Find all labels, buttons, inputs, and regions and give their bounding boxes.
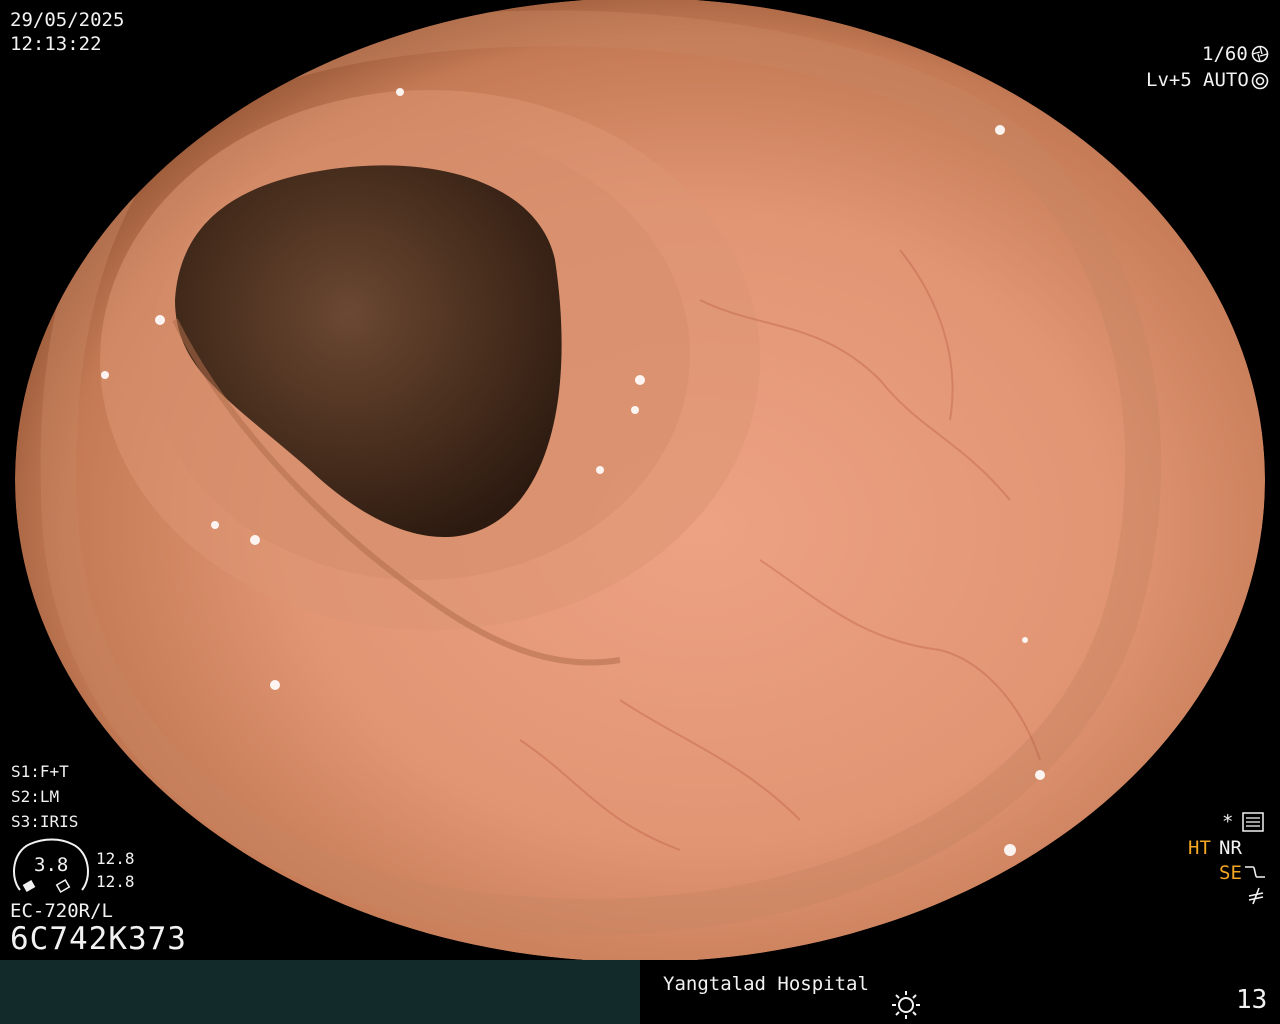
s1-label: S1:F+T [11, 762, 69, 781]
sun-icon [892, 991, 920, 1019]
curve-icon [1245, 866, 1265, 878]
se-flag: SE [1219, 862, 1242, 884]
asterisk-flag: * [1222, 811, 1234, 833]
time-label: 12:13:22 [10, 33, 102, 55]
settings-icon [1242, 812, 1264, 832]
serial-number: 6C742K373 [10, 921, 187, 957]
frame-number: 13 [1236, 985, 1268, 1015]
status-bar-left-panel [0, 960, 640, 1024]
endoscopic-image [0, 0, 1280, 960]
gauge-value: 3.8 [34, 854, 69, 876]
nr-flag: NR [1219, 837, 1242, 859]
gauge-right-top: 12.8 [96, 849, 135, 868]
scope-model: EC-720R/L [10, 900, 113, 922]
mode-label: AUTO [1203, 69, 1249, 91]
level-label: Lv+5 [1146, 69, 1192, 91]
iris-icon [1251, 72, 1269, 90]
ht-flag: HT [1188, 837, 1211, 859]
shutter-label: 1/60 [1202, 43, 1248, 65]
date-label: 29/05/2025 [10, 9, 125, 31]
hospital-name: Yangtalad Hospital [663, 973, 869, 995]
signal-icon [1248, 887, 1264, 905]
gauge-right-bottom: 12.8 [96, 872, 135, 891]
shutter-icon [1251, 45, 1269, 63]
status-bar [0, 960, 1280, 1024]
s3-label: S3:IRIS [11, 812, 79, 831]
s2-label: S2:LM [11, 787, 60, 806]
